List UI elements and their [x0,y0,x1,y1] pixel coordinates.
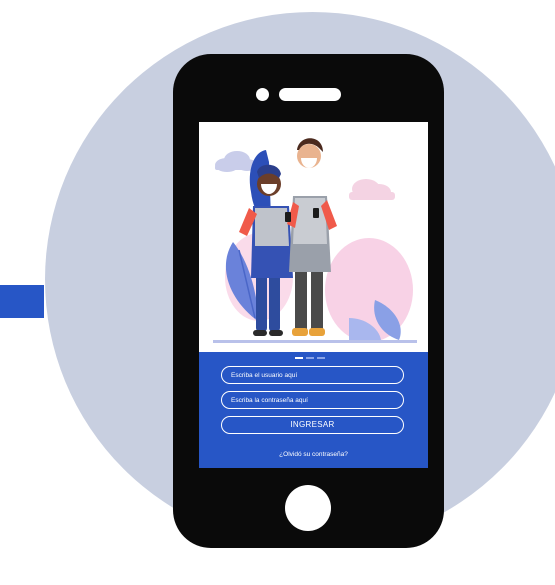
home-button [285,485,331,531]
forgot-password-link[interactable]: ¿Olvidó su contraseña? [199,451,428,458]
onboarding-illustration [213,138,417,343]
password-input[interactable] [221,391,404,409]
phone-screen: INGRESAR ¿Olvidó su contraseña? [199,122,428,468]
camera-icon [256,88,269,101]
carousel-dot-3[interactable] [317,357,325,359]
login-button[interactable]: INGRESAR [221,416,404,434]
login-panel: INGRESAR ¿Olvidó su contraseña? [199,352,428,468]
phone-device: INGRESAR ¿Olvidó su contraseña? [173,54,444,548]
carousel-dot-2[interactable] [306,357,314,359]
decorative-blue-bar [0,285,44,318]
carousel-indicator [295,357,325,359]
speaker-icon [279,88,341,101]
carousel-dot-1[interactable] [295,357,303,359]
username-input[interactable] [221,366,404,384]
